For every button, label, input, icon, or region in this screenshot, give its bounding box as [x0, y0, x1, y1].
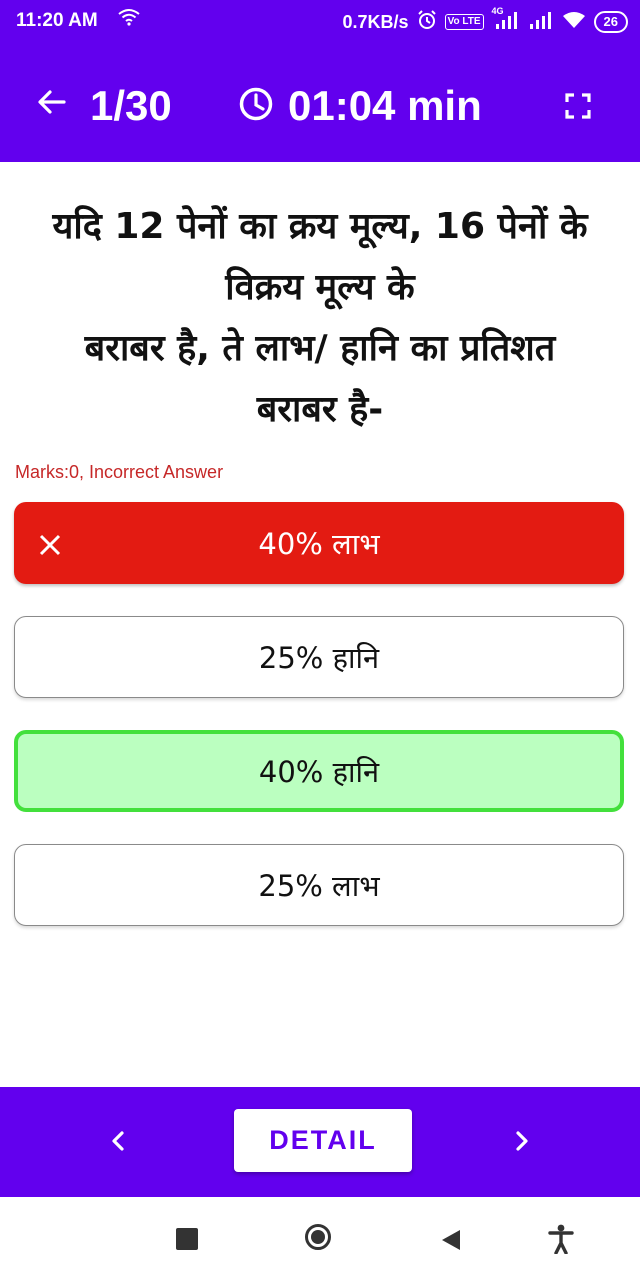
status-right-group: 0.7KB/s Vo LTE 4G 26	[343, 6, 628, 38]
signal-icon	[528, 10, 554, 35]
option-3-correct[interactable]: 40% हानि	[14, 730, 624, 812]
back-arrow-icon[interactable]	[36, 86, 68, 122]
network-type: 4G	[491, 5, 504, 16]
question-line: बराबर है, ते लाभ/ हानि का प्रतिशत	[84, 328, 556, 369]
option-label: 40% लाभ	[258, 526, 380, 561]
question-counter: 1/30	[90, 82, 172, 129]
alarm-icon	[417, 9, 437, 35]
option-1-wrong[interactable]: 40% लाभ	[14, 502, 624, 584]
network-speed: 0.7KB/s	[342, 11, 409, 32]
question-line: बराबर है-	[256, 389, 384, 430]
close-icon	[38, 530, 62, 564]
timer: 01:04 min	[288, 82, 482, 129]
battery-icon: 26	[593, 11, 628, 33]
home-icon[interactable]	[305, 1224, 331, 1250]
question-line: यदि 12 पेनों का क्रय मूल्य, 16 पेनों के	[52, 206, 588, 247]
option-4[interactable]: 25% लाभ	[14, 844, 624, 926]
back-icon[interactable]	[440, 1228, 462, 1256]
clock-icon	[238, 86, 274, 126]
wifi-icon	[562, 11, 586, 34]
status-time: 11:20 AM	[16, 10, 98, 31]
marks-status: Marks:0, Incorrect Answer	[15, 462, 224, 482]
chevron-left-icon[interactable]	[104, 1127, 132, 1159]
question-line: विक्रय मूल्य के	[225, 267, 415, 308]
quiz-header: 1/30 01:04 min	[0, 44, 640, 162]
detail-button[interactable]: DETAIL	[234, 1109, 412, 1172]
option-label: 25% लाभ	[258, 868, 380, 903]
status-bar: 11:20 AM 0.7KB/s Vo LTE 4G 26	[0, 0, 640, 44]
option-label: 25% हानि	[258, 640, 380, 675]
app-top-area: 11:20 AM 0.7KB/s Vo LTE 4G 26 1/30 01:04…	[0, 0, 640, 162]
system-nav-bar	[0, 1197, 640, 1280]
bottom-nav-bar: DETAIL	[0, 1087, 640, 1197]
recents-icon[interactable]	[176, 1228, 198, 1250]
option-2[interactable]: 25% हानि	[14, 616, 624, 698]
volte-icon: Vo LTE	[444, 14, 484, 30]
fullscreen-icon[interactable]	[564, 92, 592, 124]
wifi-icon	[118, 8, 140, 31]
accessibility-icon[interactable]	[548, 1224, 574, 1258]
option-label: 40% हानि	[258, 754, 380, 789]
question-text: यदि 12 पेनों का क्रय मूल्य, 16 पेनों के …	[10, 196, 630, 440]
chevron-right-icon[interactable]	[508, 1127, 536, 1159]
signal-icon: 4G	[492, 6, 520, 35]
